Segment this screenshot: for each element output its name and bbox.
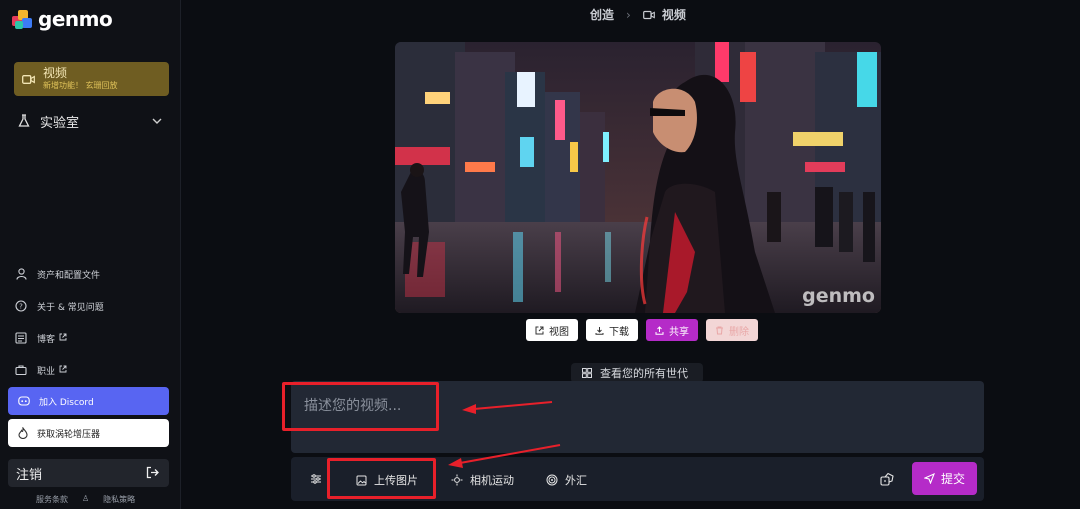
annotation-arrows [448, 401, 561, 468]
app-window: genmo 视频 新增功能！ 玄珊回放 实验室 资产和配置文件 ? 关于 & 常… [0, 0, 1080, 509]
